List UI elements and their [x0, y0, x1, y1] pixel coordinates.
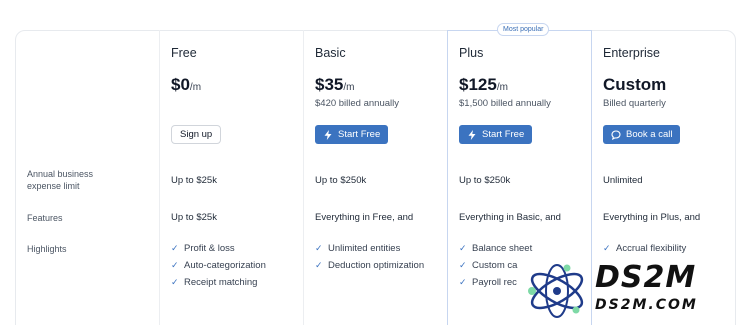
- book-a-call-button[interactable]: Book a call: [603, 125, 681, 144]
- plan-price: $35/m: [315, 75, 355, 94]
- button-label: Start Free: [338, 129, 381, 140]
- highlight-item: ✓ Receipt matching: [171, 277, 257, 288]
- highlight-text: Auto-categorization: [184, 260, 266, 271]
- plan-price: $0/m: [171, 75, 202, 94]
- check-icon: ✓: [459, 277, 467, 287]
- button-label: Book a call: [626, 129, 673, 140]
- features-plus: Everything in Basic, and: [459, 212, 561, 223]
- plan-price: Custom: [603, 75, 667, 94]
- ds2m-watermark: DS2M DS2M.COM: [522, 255, 750, 325]
- highlight-text: Unlimited entities: [328, 243, 401, 254]
- check-icon: ✓: [315, 243, 323, 253]
- billing-note: $1,500 billed annually: [459, 98, 551, 109]
- plan-name: Enterprise: [603, 46, 660, 60]
- features-basic: Everything in Free, and: [315, 212, 414, 223]
- highlight-item: ✓ Payroll rec: [459, 277, 517, 288]
- watermark-text: DS2M: [595, 260, 697, 295]
- highlight-text: Profit & loss: [184, 243, 235, 254]
- row-label-features: Features: [27, 213, 63, 223]
- highlight-text: Accrual flexibility: [616, 243, 687, 254]
- column-divider: [159, 30, 160, 325]
- highlight-text: Balance sheet: [472, 243, 533, 254]
- most-popular-badge: Most popular: [497, 23, 550, 36]
- highlight-item: ✓ Deduction optimization: [315, 260, 424, 271]
- column-divider: [303, 30, 304, 325]
- features-enterprise: Everything in Plus, and: [603, 212, 701, 223]
- check-icon: ✓: [171, 243, 179, 253]
- highlight-item: ✓ Auto-categorization: [171, 260, 266, 271]
- highlight-item: ✓ Custom ca: [459, 260, 517, 271]
- billing-note: $420 billed annually: [315, 98, 399, 109]
- atom-logo-icon: [528, 264, 584, 318]
- label-line: expense limit: [27, 181, 80, 191]
- plan-price: $125/m: [459, 75, 508, 94]
- check-icon: ✓: [315, 260, 323, 270]
- check-icon: ✓: [459, 243, 467, 253]
- highlight-text: Custom ca: [472, 260, 518, 271]
- highlight-text: Deduction optimization: [328, 260, 425, 271]
- expense-limit-enterprise: Unlimited: [603, 175, 643, 186]
- chat-bubble-icon: [611, 129, 621, 140]
- features-free: Up to $25k: [171, 212, 217, 223]
- highlight-item: ✓ Unlimited entities: [315, 243, 400, 254]
- start-free-button[interactable]: Start Free: [315, 125, 389, 144]
- plan-name: Plus: [459, 46, 484, 60]
- row-label-expense-limit: Annual business expense limit: [27, 168, 137, 192]
- start-free-button[interactable]: Start Free: [459, 125, 533, 144]
- check-icon: ✓: [171, 277, 179, 287]
- button-label: Start Free: [482, 129, 525, 140]
- highlight-text: Payroll rec: [472, 277, 517, 288]
- highlight-item: ✓ Accrual flexibility: [603, 243, 686, 254]
- row-label-highlights: Highlights: [27, 244, 67, 254]
- expense-limit-free: Up to $25k: [171, 175, 217, 186]
- check-icon: ✓: [459, 260, 467, 270]
- check-icon: ✓: [603, 243, 611, 253]
- watermark-url: DS2M.COM: [595, 297, 698, 313]
- sign-up-button[interactable]: Sign up: [171, 125, 222, 144]
- billing-note: Billed quarterly: [603, 98, 666, 109]
- expense-limit-plus: Up to $250k: [459, 175, 511, 186]
- expense-limit-basic: Up to $250k: [315, 175, 367, 186]
- highlight-text: Receipt matching: [184, 277, 258, 288]
- highlight-item: ✓ Balance sheet: [459, 243, 532, 254]
- label-line: Annual business: [27, 169, 94, 179]
- highlight-item: ✓ Profit & loss: [171, 243, 235, 254]
- lightning-icon: [324, 129, 332, 140]
- check-icon: ✓: [171, 260, 179, 270]
- lightning-icon: [468, 129, 476, 140]
- plan-name: Free: [171, 46, 197, 60]
- plan-name: Basic: [315, 46, 346, 60]
